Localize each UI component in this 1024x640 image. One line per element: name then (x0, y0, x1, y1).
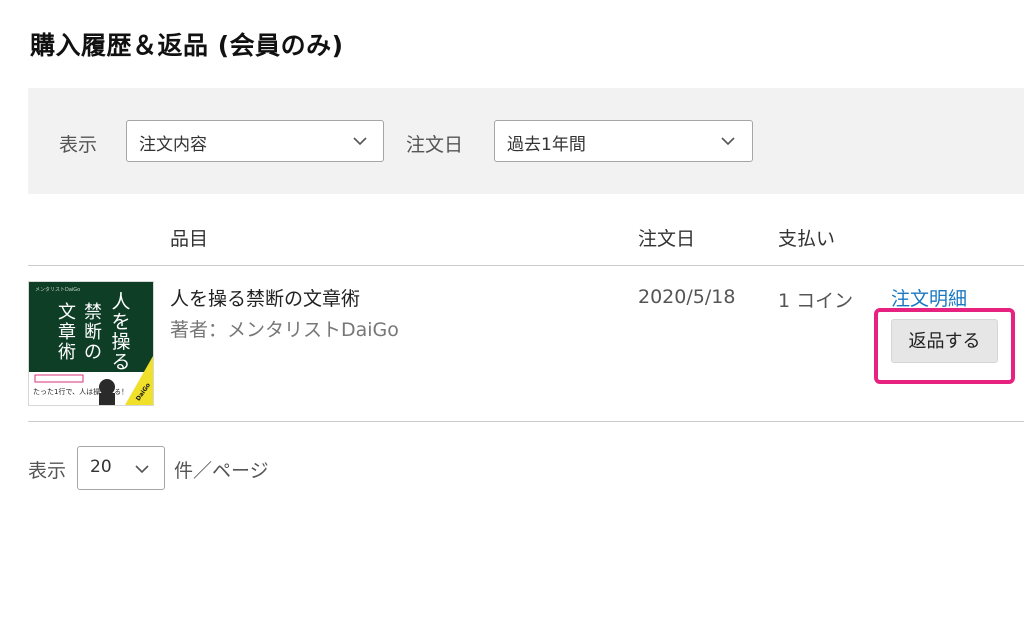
column-header-order-date: 注文日 (638, 228, 696, 250)
page-title: 購入履歴＆返品 (会員のみ) (30, 31, 344, 60)
order-date-value: 2020/5/18 (638, 286, 736, 308)
item-author: 著者：メンタリストDaiGo (170, 319, 399, 341)
author-photo (99, 379, 115, 395)
cover-title-char: 断 (84, 322, 102, 343)
display-filter-select[interactable]: 注文内容 (126, 120, 384, 162)
cover-title-char: を (111, 311, 130, 333)
per-page-suffix: 件／ページ (174, 460, 269, 482)
item-title[interactable]: 人を操る禁断の文章術 (170, 284, 360, 311)
column-header-payment: 支払い (778, 228, 836, 250)
order-details-link[interactable]: 注文明細 (891, 284, 967, 311)
order-date-filter-select[interactable]: 過去1年間 (494, 120, 753, 162)
display-filter-value: 注文内容 (139, 135, 207, 155)
table-bottom-divider (28, 421, 1024, 422)
table-header-divider (28, 265, 1024, 266)
cover-title-char: 操 (111, 331, 130, 353)
book-cover-art: メンタリストDaiGo 人 を 操 る 禁 断 の 文 章 術 たった1行で、人… (29, 282, 153, 405)
per-page-select[interactable]: 20 (77, 446, 165, 490)
book-cover-image[interactable]: メンタリストDaiGo 人 を 操 る 禁 断 の 文 章 術 たった1行で、人… (28, 281, 154, 406)
cover-title-char: る (111, 351, 130, 373)
chevron-down-icon (721, 137, 735, 146)
chevron-down-icon (353, 137, 367, 146)
cover-title-char: 禁 (84, 302, 102, 323)
column-header-item: 品目 (170, 228, 209, 250)
cover-title-char: 人 (111, 291, 130, 313)
per-page-value: 20 (90, 457, 112, 477)
cover-author-small: メンタリストDaiGo (35, 286, 80, 293)
cover-title-char: 術 (58, 342, 76, 363)
order-date-filter-value: 過去1年間 (507, 135, 586, 155)
display-filter-label: 表示 (59, 134, 98, 156)
payment-value: 1 コイン (778, 290, 854, 312)
per-page-label: 表示 (28, 460, 67, 482)
chevron-down-icon (135, 465, 149, 474)
order-date-filter-label: 注文日 (406, 134, 464, 156)
cover-title-char: 文 (58, 302, 76, 323)
cover-title-char: 章 (58, 322, 76, 343)
return-button[interactable]: 返品する (891, 319, 998, 363)
cover-title-char: の (84, 342, 102, 363)
